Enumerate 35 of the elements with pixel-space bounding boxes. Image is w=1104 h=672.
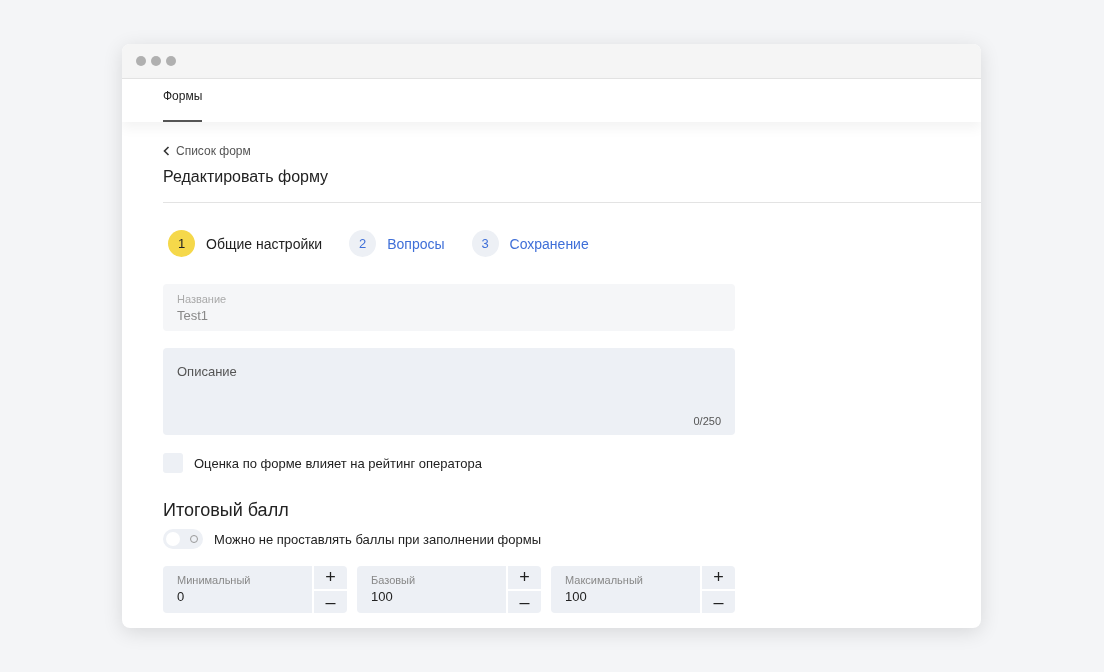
step-tab[interactable]: 2 Вопросы (349, 230, 445, 257)
page-title: Редактировать форму (163, 168, 330, 186)
decrement-button[interactable]: – (702, 590, 735, 613)
nav-tab[interactable]: Формы (163, 79, 203, 122)
increment-button[interactable]: + (508, 566, 541, 589)
back-link[interactable]: Список форм (163, 144, 251, 158)
number-field[interactable]: Максимальный 100 (551, 566, 700, 613)
step-tab[interactable]: 1 Общие настройки (168, 230, 323, 257)
field-value: 100 (371, 589, 394, 604)
step-number: 3 (471, 230, 499, 257)
window-dot-icon (166, 56, 176, 66)
step-number: 1 (168, 230, 195, 257)
field-label: Базовый (371, 574, 417, 586)
toggle-label: Можно не проставлять баллы при заполнении формы (214, 531, 541, 547)
window-dot-icon (136, 56, 146, 66)
field-label: Название (177, 293, 228, 305)
field-label: Максимальный (565, 574, 644, 586)
window-dot-icon (151, 56, 161, 66)
character-counter: 0/250 (693, 415, 721, 427)
chevron-left-icon (163, 146, 170, 156)
number-field[interactable]: Минимальный 0 (163, 566, 312, 613)
field-value: 100 (565, 589, 588, 604)
section-heading: Итоговый балл (163, 500, 290, 521)
toggle-switch[interactable] (163, 529, 203, 549)
checkbox-label: Оценка по форме влияет на рейтинг оператора (194, 455, 482, 471)
field-label: Минимальный (177, 574, 252, 586)
increment-button[interactable]: + (702, 566, 735, 589)
field-value: 0 (177, 589, 186, 604)
decrement-button[interactable]: – (314, 590, 347, 613)
increment-button[interactable]: + (314, 566, 347, 589)
step-number: 2 (349, 230, 377, 257)
decrement-button[interactable]: – (508, 590, 541, 613)
number-field[interactable]: Базовый 100 (357, 566, 506, 613)
step-tab[interactable]: 3 Сохранение (471, 230, 589, 257)
field-value: Test1 (177, 308, 210, 323)
